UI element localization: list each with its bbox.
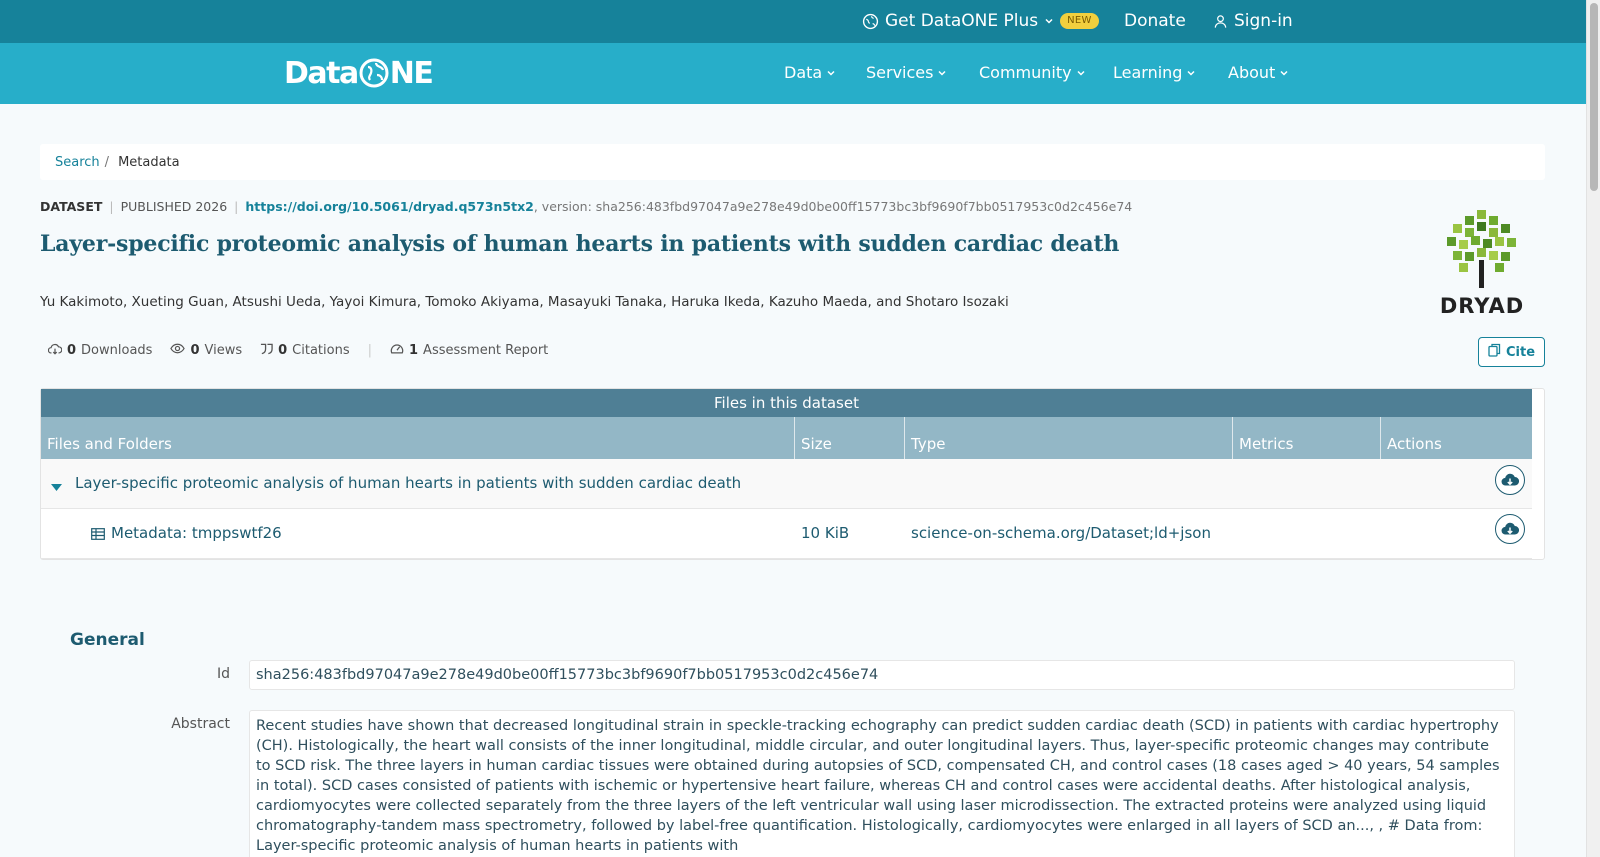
page-scrollbar[interactable]: [1586, 0, 1600, 857]
quote-icon: [260, 343, 273, 359]
nav-learning-label: Learning: [1113, 63, 1183, 82]
cloud-download-icon: [47, 343, 63, 359]
dataset-meta-line: DATASET | PUBLISHED 2026 | https://doi.o…: [40, 199, 1132, 214]
citations-label: Citations: [292, 343, 350, 358]
citations-count: 0: [278, 343, 288, 358]
folder-download-button[interactable]: [1495, 465, 1525, 495]
published-year: PUBLISHED 2026: [120, 199, 228, 214]
page-title: Layer-specific proteomic analysis of hum…: [40, 231, 1120, 257]
nav-learning[interactable]: Learning: [1113, 63, 1196, 82]
chevron-down-icon: [1076, 63, 1086, 82]
id-label: Id: [216, 666, 230, 682]
tree-icon: [1447, 210, 1516, 288]
metrics-bar: 0 Downloads 0 Views 0 Citations | 1 Asse…: [47, 342, 566, 359]
logo-text-data: Data: [284, 55, 359, 91]
general-section-title: General: [70, 630, 145, 650]
nav-community-label: Community: [979, 63, 1072, 82]
file-name[interactable]: Metadata: tmppswtf26: [111, 524, 282, 542]
caret-down-icon[interactable]: [51, 478, 62, 496]
nav-about[interactable]: About: [1228, 63, 1289, 82]
file-download-button[interactable]: [1495, 514, 1525, 544]
get-dataone-plus-label: Get DataONE Plus: [885, 11, 1039, 31]
chevron-down-icon: [1044, 16, 1054, 26]
file-size: 10 KiB: [801, 524, 850, 542]
chevron-down-icon: [826, 63, 836, 82]
globe-logo-icon: [359, 58, 389, 88]
new-badge: NEW: [1060, 13, 1099, 29]
column-header-actions: Actions: [1387, 435, 1442, 453]
folder-name[interactable]: Layer-specific proteomic analysis of hum…: [75, 474, 741, 492]
nav-data[interactable]: Data: [784, 63, 836, 82]
abstract-label: Abstract: [171, 716, 230, 732]
chevron-down-icon: [937, 63, 947, 82]
files-table-caption: Files in this dataset: [41, 389, 1532, 417]
column-header-size: Size: [795, 417, 905, 459]
column-header-metrics: Metrics: [1233, 417, 1381, 459]
authors-list: Yu Kakimoto, Xueting Guan, Atsushi Ueda,…: [40, 294, 1009, 310]
logo-text-ne: NE: [389, 55, 434, 91]
chevron-down-icon: [1279, 63, 1289, 82]
nav-data-label: Data: [784, 63, 823, 82]
nav-services[interactable]: Services: [866, 63, 947, 82]
top-utility-bar: Get DataONE Plus NEW Donate Sign-in: [0, 0, 1586, 43]
globe-icon: [862, 13, 879, 30]
divider: |: [367, 343, 372, 358]
table-row[interactable]: Metadata: tmppswtf26 10 KiB science-on-s…: [41, 509, 1532, 559]
assessment-report-metric[interactable]: 1 Assessment Report: [390, 342, 548, 359]
breadcrumb-search-link[interactable]: Search: [55, 155, 100, 170]
files-table: Files in this dataset Files and Folders …: [40, 388, 1545, 560]
assessment-count: 1: [409, 343, 419, 358]
breadcrumb-current: Metadata: [118, 154, 180, 170]
cite-button[interactable]: Cite: [1478, 337, 1545, 367]
donate-link[interactable]: Donate: [1124, 11, 1186, 31]
downloads-metric[interactable]: 0 Downloads: [47, 343, 153, 359]
chevron-down-icon: [1186, 63, 1196, 82]
dataset-type-label: DATASET: [40, 199, 103, 214]
folder-row[interactable]: Layer-specific proteomic analysis of hum…: [41, 459, 1532, 509]
nav-community[interactable]: Community: [979, 63, 1086, 82]
sign-in-label: Sign-in: [1234, 11, 1293, 31]
id-value: sha256:483fbd97047a9e278e49d0be00ff15773…: [249, 660, 1515, 690]
table-icon: [91, 526, 105, 544]
cloud-download-icon: [1501, 473, 1519, 486]
views-label: Views: [204, 343, 243, 358]
copy-icon: [1488, 343, 1501, 361]
doi-link[interactable]: https://doi.org/10.5061/dryad.q573n5tx2: [245, 199, 533, 214]
version-text: , version: sha256:483fbd97047a9e278e49d0…: [533, 199, 1133, 214]
views-metric[interactable]: 0 Views: [170, 343, 242, 358]
column-header-files: Files and Folders: [41, 417, 795, 459]
main-navbar: Data NE Data Services Community Learning…: [0, 43, 1586, 104]
nav-services-label: Services: [866, 63, 934, 82]
views-count: 0: [190, 343, 200, 358]
eye-icon: [170, 343, 186, 358]
cloud-download-icon: [1501, 522, 1519, 535]
downloads-count: 0: [67, 343, 77, 358]
dataone-logo[interactable]: Data NE: [284, 55, 434, 91]
divider: |: [234, 199, 239, 214]
abstract-value: Recent studies have shown that decreased…: [249, 710, 1515, 857]
files-table-header: Files and Folders Size Type Metrics Acti…: [41, 417, 1532, 459]
dryad-logo-text: DRYAD: [1439, 294, 1525, 318]
file-type: science-on-schema.org/Dataset;ld+json: [911, 524, 1211, 542]
donate-label: Donate: [1124, 11, 1186, 31]
get-dataone-plus-menu[interactable]: Get DataONE Plus NEW: [862, 11, 1099, 31]
sign-in-link[interactable]: Sign-in: [1213, 11, 1293, 31]
dashboard-icon: [390, 342, 404, 359]
breadcrumb: Search / Metadata: [40, 144, 1545, 180]
cite-label: Cite: [1505, 344, 1536, 360]
divider: |: [109, 199, 114, 214]
downloads-label: Downloads: [81, 343, 153, 358]
breadcrumb-separator: /: [104, 154, 110, 170]
scrollbar-thumb[interactable]: [1590, 3, 1598, 191]
nav-about-label: About: [1228, 63, 1276, 82]
column-header-type: Type: [905, 417, 1233, 459]
user-icon: [1213, 14, 1228, 29]
assessment-label: Assessment Report: [423, 343, 549, 358]
citations-metric[interactable]: 0 Citations: [260, 343, 350, 359]
